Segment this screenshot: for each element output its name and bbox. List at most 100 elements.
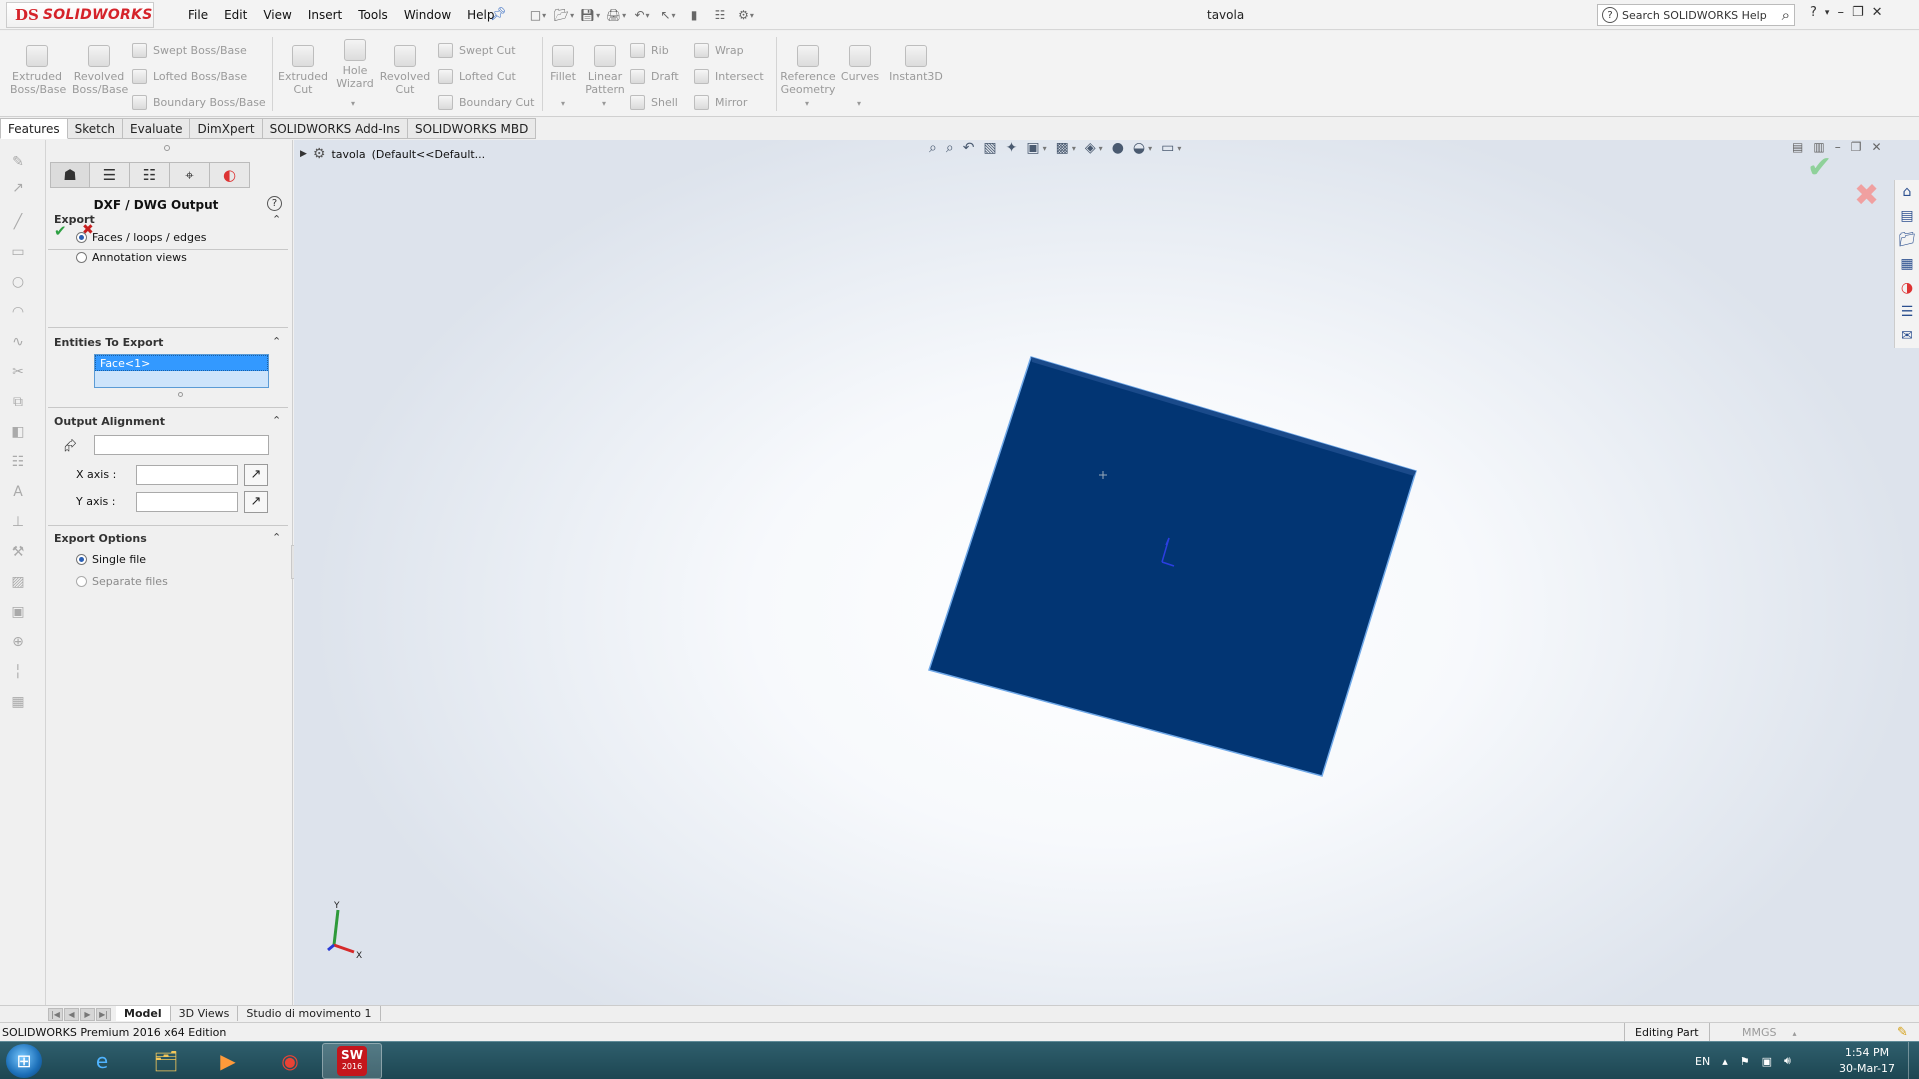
media-player-icon[interactable]: ▶ <box>198 1043 258 1079</box>
export-options-heading[interactable]: Export Options <box>54 532 147 545</box>
menu-tools[interactable]: Tools <box>350 8 396 22</box>
open-icon[interactable]: 📂︎ ▾ <box>554 6 574 24</box>
output-alignment-heading[interactable]: Output Alignment <box>54 415 165 428</box>
arc-icon[interactable]: ◠ <box>8 304 28 322</box>
select-icon[interactable]: ↖ ▾ <box>658 6 678 24</box>
chevron-down-icon[interactable]: ▾ <box>857 99 861 108</box>
radio-annotation-views[interactable]: Annotation views <box>76 251 187 264</box>
repair-icon[interactable]: ⚒ <box>8 544 28 562</box>
rectangle-icon[interactable]: ▭ <box>8 244 28 262</box>
offset-icon[interactable]: ⧉ <box>8 394 28 412</box>
rebuild-icon[interactable]: ▮ <box>684 6 704 24</box>
display-manager-tab-icon[interactable]: ◐ <box>210 162 250 188</box>
rib-button[interactable]: Rib <box>630 41 669 59</box>
reference-geometry-button[interactable]: Reference Geometry <box>780 45 836 96</box>
volume-icon[interactable]: 🔊︎ <box>1784 1054 1791 1068</box>
display-style-icon[interactable]: ▩ <box>1056 140 1069 156</box>
pattern-icon[interactable]: ☷ <box>8 454 28 472</box>
collapse-caret-icon[interactable]: ⌃ <box>272 414 281 427</box>
block-icon[interactable]: ▣ <box>8 604 28 622</box>
confirmation-ok-icon[interactable]: ✔ <box>1807 150 1832 185</box>
options-gear-icon[interactable]: ⚙ ▾ <box>736 6 756 24</box>
view-palette-icon[interactable]: ▦ <box>1895 252 1919 276</box>
trim-icon[interactable]: ✂ <box>8 364 28 382</box>
revolved-cut-button[interactable]: Revolved Cut <box>378 45 432 96</box>
collapse-caret-icon[interactable]: ⌃ <box>272 531 281 544</box>
view-orientation-icon[interactable]: ▣ <box>1026 140 1039 156</box>
next-tab-icon[interactable]: ▶ <box>80 1008 95 1021</box>
revolved-boss-button[interactable]: Revolved Boss/Base <box>72 45 128 96</box>
hole-wizard-button[interactable]: Hole Wizard <box>328 39 382 90</box>
search-icon[interactable]: ⌕ <box>1782 6 1790 24</box>
configuration-manager-tab-icon[interactable]: ☷ <box>130 162 170 188</box>
radio-selected-icon[interactable] <box>76 232 87 243</box>
chevron-down-icon[interactable]: ▾ <box>805 99 809 108</box>
solidworks-taskbar-button[interactable]: SW 2016 <box>322 1043 382 1079</box>
circle-icon[interactable]: ○ <box>8 274 28 292</box>
draft-button[interactable]: Draft <box>630 67 679 85</box>
menu-insert[interactable]: Insert <box>300 8 350 22</box>
chevron-down-icon[interactable]: ▾ <box>561 99 565 108</box>
smart-dimension-icon[interactable]: ↗ <box>8 180 28 198</box>
close-icon[interactable]: ✕ <box>1872 5 1883 20</box>
intersect-button[interactable]: Intersect <box>694 67 764 85</box>
windows-start-icon[interactable]: ⊞ <box>6 1044 42 1078</box>
entities-selection-list[interactable]: Face<1> <box>94 354 269 388</box>
entities-group-heading[interactable]: Entities To Export <box>54 336 163 349</box>
reverse-x-direction-icon[interactable]: ↗ <box>244 464 268 486</box>
view-settings-icon[interactable]: ▭ <box>1161 140 1174 156</box>
design-library-icon[interactable]: ▤ <box>1895 204 1919 228</box>
rebuild-status-icon[interactable]: ✎ <box>1897 1025 1908 1040</box>
pin-menu-icon[interactable]: 📌︎ <box>490 7 507 22</box>
swept-cut-button[interactable]: Swept Cut <box>438 41 516 59</box>
help-search-box[interactable]: ? Search SOLIDWORKS Help ⌕ <box>1597 4 1795 26</box>
lofted-boss-button[interactable]: Lofted Boss/Base <box>132 67 247 85</box>
tab-evaluate[interactable]: Evaluate <box>123 118 191 139</box>
export-group-heading[interactable]: Export <box>54 213 95 226</box>
list-resize-grip-icon[interactable] <box>178 392 183 397</box>
reverse-y-direction-icon[interactable]: ↗ <box>244 491 268 513</box>
menu-view[interactable]: View <box>255 8 299 22</box>
model-face[interactable] <box>928 356 1417 777</box>
internet-explorer-icon[interactable]: e <box>72 1043 132 1079</box>
origin-selection-field[interactable] <box>94 435 269 455</box>
network-icon[interactable]: ▣ <box>1762 1055 1772 1068</box>
confirmation-cancel-icon[interactable]: ✖ <box>1854 178 1879 213</box>
collapse-caret-icon[interactable]: ⌃ <box>272 335 281 348</box>
help-menu-icon[interactable]: ? <box>1810 5 1817 20</box>
tab-3d-views[interactable]: 3D Views <box>171 1006 239 1021</box>
tab-motion-study[interactable]: Studio di movimento 1 <box>238 1006 381 1021</box>
appearances-icon[interactable]: ◑ <box>1895 276 1919 300</box>
feature-tree-flyout[interactable]: ▶ ⚙ tavola (Default<<Default... <box>300 146 485 162</box>
zoom-to-fit-icon[interactable]: ⌕ <box>929 140 937 156</box>
save-icon[interactable]: 💾︎ ▾ <box>580 6 600 24</box>
property-manager-tab-icon[interactable]: ☰ <box>90 162 130 188</box>
hatch-icon[interactable]: ▨ <box>8 574 28 592</box>
minimize-icon[interactable]: – <box>1837 5 1844 20</box>
show-hidden-icons-icon[interactable]: ▴ <box>1722 1055 1728 1068</box>
chrome-icon[interactable]: ◉ <box>260 1043 320 1079</box>
radio-faces-loops-edges[interactable]: Faces / loops / edges <box>76 231 206 244</box>
menu-window[interactable]: Window <box>396 8 459 22</box>
solidworks-logo[interactable]: DS SOLIDWORKS <box>6 2 154 28</box>
linear-pattern-button[interactable]: Linear Pattern <box>578 45 632 96</box>
system-clock[interactable]: 1:54 PM 30-Mar-17 <box>1832 1045 1902 1077</box>
swept-boss-button[interactable]: Swept Boss/Base <box>132 41 247 59</box>
viewport-left-icon[interactable]: ▤ <box>1792 140 1803 154</box>
boundary-boss-button[interactable]: Boundary Boss/Base <box>132 93 266 111</box>
selected-face-item[interactable]: Face<1> <box>95 355 268 371</box>
unit-system[interactable]: MMGS ▴ <box>1742 1026 1797 1039</box>
new-document-icon[interactable]: □ ▾ <box>528 6 548 24</box>
feature-manager-tab-icon[interactable]: ☗ <box>50 162 90 188</box>
menu-edit[interactable]: Edit <box>216 8 255 22</box>
tab-sketch[interactable]: Sketch <box>67 118 124 139</box>
shell-button[interactable]: Shell <box>630 93 678 111</box>
sketch-icon[interactable]: ✎ <box>8 154 28 172</box>
tab-model[interactable]: Model <box>116 1006 171 1021</box>
first-tab-icon[interactable]: |◀ <box>48 1008 63 1021</box>
file-explorer-taskbar-icon[interactable]: 🗂︎ <box>136 1043 196 1079</box>
relations-icon[interactable]: ⊥ <box>8 514 28 532</box>
chevron-down-icon[interactable]: ▾ <box>1825 8 1830 18</box>
file-properties-icon[interactable]: ☷ <box>710 6 730 24</box>
last-tab-icon[interactable]: ▶| <box>96 1008 111 1021</box>
